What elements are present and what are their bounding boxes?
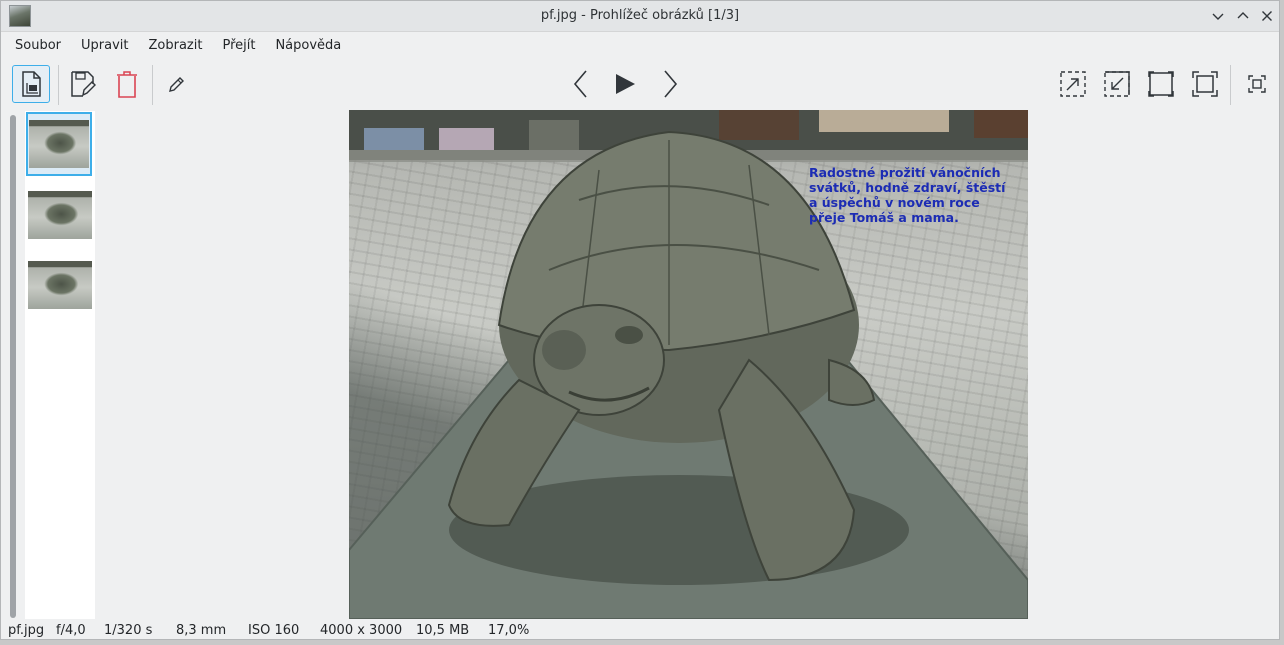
fit-width-icon	[1192, 71, 1218, 97]
image-viewer-window: pf.jpg - Prohlížeč obrázků [1/3] Soubor …	[0, 0, 1280, 640]
thumbnail-3[interactable]	[28, 261, 92, 309]
window-title: pf.jpg - Prohlížeč obrázků [1/3]	[540, 8, 740, 23]
zoom-in-icon	[1060, 71, 1086, 97]
fit-window-button[interactable]	[1142, 65, 1180, 103]
menu-prejit[interactable]: Přejít	[212, 34, 265, 57]
title-bar[interactable]: pf.jpg - Prohlížeč obrázků [1/3]	[1, 1, 1279, 32]
fit-width-button[interactable]	[1186, 65, 1224, 103]
status-zoom: 17,0%	[488, 623, 530, 638]
close-icon	[1262, 11, 1272, 21]
previous-icon	[573, 70, 587, 98]
delete-button[interactable]	[108, 65, 146, 103]
fit-window-icon	[1148, 71, 1174, 97]
toolbar-separator	[152, 65, 153, 105]
edit-button[interactable]	[158, 65, 196, 103]
status-filename: pf.jpg	[8, 623, 45, 638]
thumbnail-list	[25, 111, 95, 619]
menu-bar: Soubor Upravit Zobrazit Přejít Nápověda	[1, 32, 1279, 58]
previous-button[interactable]	[562, 65, 600, 103]
menu-upravit[interactable]: Upravit	[71, 34, 138, 57]
status-exposure: 1/320 s	[104, 623, 153, 638]
status-bar: pf.jpg f/4,0 1/320 s 8,3 mm ISO 160 4000…	[1, 621, 1279, 641]
toolbar	[1, 59, 1279, 111]
menu-soubor[interactable]: Soubor	[5, 34, 71, 57]
greeting-overlay-text: Radostné prožití vánočních svátků, hodně…	[809, 165, 1006, 225]
next-button[interactable]	[651, 65, 689, 103]
close-button[interactable]	[1256, 5, 1278, 27]
status-dimensions: 4000 x 3000	[320, 623, 403, 638]
edit-pencil-icon	[169, 77, 184, 92]
thumbnail-1[interactable]	[29, 120, 89, 168]
status-iso: ISO 160	[248, 623, 300, 638]
fullscreen-icon	[1248, 75, 1266, 93]
menu-napoveda[interactable]: Nápověda	[265, 34, 351, 57]
toolbar-separator	[1230, 65, 1231, 105]
status-aperture: f/4,0	[56, 623, 86, 638]
chevron-down-icon	[1212, 13, 1224, 20]
save-as-button[interactable]	[64, 65, 102, 103]
maximize-button[interactable]	[1232, 5, 1254, 27]
delete-icon	[117, 71, 137, 98]
thumbnail-2[interactable]	[28, 191, 92, 239]
thumbnail-scrollbar[interactable]	[10, 115, 16, 618]
play-slideshow-button[interactable]	[606, 65, 644, 103]
minimize-button[interactable]	[1207, 5, 1229, 27]
menu-zobrazit[interactable]: Zobrazit	[138, 34, 212, 57]
status-file-size: 10,5 MB	[416, 623, 470, 638]
open-file-icon	[22, 71, 41, 97]
fullscreen-button[interactable]	[1238, 65, 1276, 103]
chevron-up-icon	[1237, 12, 1249, 19]
thumbnail-selected-frame[interactable]	[26, 112, 92, 176]
main-image[interactable]: Radostné prožití vánočních svátků, hodně…	[349, 110, 1028, 619]
play-slideshow-icon	[616, 74, 635, 94]
toolbar-separator	[58, 65, 59, 105]
zoom-out-button[interactable]	[1098, 65, 1136, 103]
next-icon	[664, 70, 678, 98]
zoom-in-button[interactable]	[1054, 65, 1092, 103]
zoom-out-icon	[1104, 71, 1130, 97]
open-file-button[interactable]	[12, 65, 50, 103]
save-as-icon	[71, 71, 96, 97]
status-focal-length: 8,3 mm	[176, 623, 227, 638]
